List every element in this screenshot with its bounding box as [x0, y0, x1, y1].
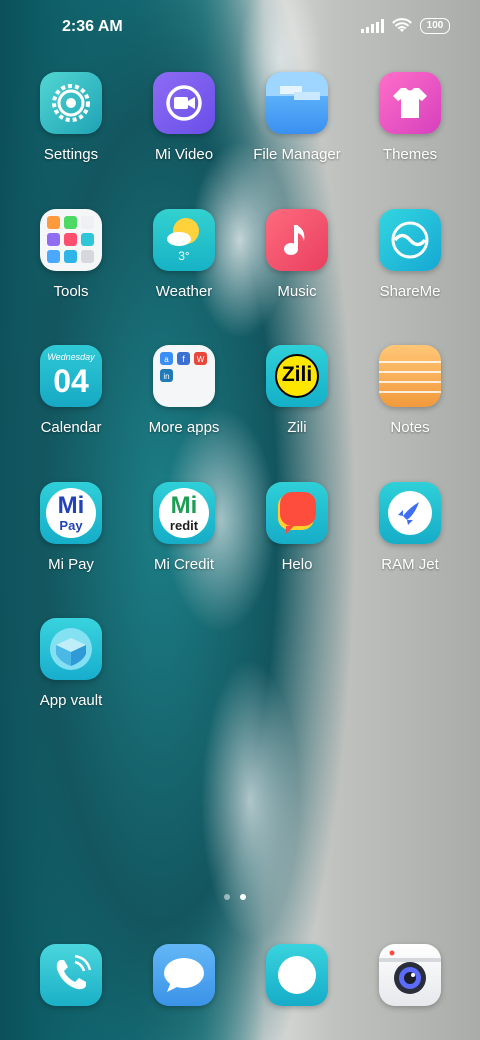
app-app-vault[interactable]: App vault: [16, 618, 126, 709]
browser-icon: [266, 944, 328, 1006]
mi-pay-icon: Mi Pay: [40, 482, 102, 544]
mi-pay-icon-text: Mi: [57, 492, 85, 519]
video-camera-icon: [153, 72, 215, 134]
app-label: Zili: [287, 419, 307, 436]
app-mi-pay[interactable]: Mi Pay Mi Pay: [16, 482, 126, 573]
music-note-icon: [266, 209, 328, 271]
app-label: Tools: [53, 283, 89, 300]
app-mi-credit[interactable]: Mi redit Mi Credit: [129, 482, 239, 573]
camera-icon: [379, 944, 441, 1006]
dock-camera[interactable]: [355, 944, 465, 1006]
app-zili[interactable]: Zili Zili: [242, 345, 352, 436]
helo-icon: [266, 482, 328, 544]
weather-temp: 3°: [178, 249, 190, 263]
notes-icon: [379, 345, 441, 407]
calendar-icon: Wednesday 04: [40, 345, 102, 407]
app-label: Mi Credit: [153, 556, 214, 573]
mi-credit-icon-text: Mi: [170, 492, 198, 519]
app-label: Weather: [155, 283, 213, 300]
app-label: Settings: [43, 146, 99, 163]
page-dot[interactable]: [224, 894, 230, 900]
status-icons: 100: [361, 18, 450, 34]
app-label: Themes: [382, 146, 438, 163]
dock-messaging[interactable]: [129, 944, 239, 1006]
dock-phone[interactable]: [16, 944, 126, 1006]
app-themes[interactable]: Themes: [355, 72, 465, 163]
tshirt-icon: [379, 72, 441, 134]
app-label: Mi Video: [154, 146, 214, 163]
dock: [0, 944, 480, 1006]
app-label: Mi Pay: [48, 556, 94, 573]
zili-icon: Zili: [266, 345, 328, 407]
tools-folder-icon: [40, 209, 102, 271]
battery-icon: 100: [420, 18, 450, 34]
svg-text:in: in: [163, 372, 169, 381]
app-file-manager[interactable]: File Manager: [242, 72, 352, 163]
app-music[interactable]: Music: [242, 209, 352, 300]
dock-browser[interactable]: [242, 944, 352, 1006]
calendar-weekday: Wednesday: [47, 352, 95, 362]
app-label: Calendar: [40, 419, 102, 436]
page-dot-active[interactable]: [240, 894, 246, 900]
app-shareme[interactable]: ShareMe: [355, 209, 465, 300]
app-label: Notes: [390, 419, 430, 436]
app-weather[interactable]: 3° Weather: [129, 209, 239, 300]
mi-credit-icon: Mi redit: [153, 482, 215, 544]
calendar-day: 04: [53, 363, 89, 399]
app-label: ShareMe: [379, 283, 441, 300]
wifi-icon: [392, 18, 412, 32]
app-label: More apps: [148, 419, 220, 436]
app-label: Music: [277, 283, 317, 300]
page-indicator: [224, 894, 246, 900]
svg-text:W: W: [197, 355, 205, 364]
rocket-icon: [379, 482, 441, 544]
app-vault-icon: [40, 618, 102, 680]
app-mi-video[interactable]: Mi Video: [129, 72, 239, 163]
zili-icon-text: Zili: [281, 363, 313, 386]
app-label: File Manager: [253, 146, 341, 163]
app-label: App vault: [39, 692, 103, 709]
more-apps-folder-icon: a f W in: [153, 345, 215, 407]
mi-pay-icon-sub: Pay: [59, 518, 83, 533]
app-label: Helo: [281, 556, 313, 573]
app-calendar[interactable]: Wednesday 04 Calendar: [16, 345, 126, 436]
app-ram-jet[interactable]: RAM Jet: [355, 482, 465, 573]
weather-icon: 3°: [153, 209, 215, 271]
app-settings[interactable]: Settings: [16, 72, 126, 163]
folder-icon: [266, 72, 328, 134]
shareme-icon: [379, 209, 441, 271]
app-label: RAM Jet: [381, 556, 439, 573]
app-more-apps[interactable]: a f W in More apps: [129, 345, 239, 436]
message-bubble-icon: [153, 944, 215, 1006]
status-time: 2:36 AM: [62, 18, 123, 35]
settings-icon: [40, 72, 102, 134]
phone-icon: [40, 944, 102, 1006]
signal-icon: [361, 19, 384, 33]
status-bar: 2:36 AM 100: [0, 0, 480, 56]
app-helo[interactable]: Helo: [242, 482, 352, 573]
app-tools[interactable]: Tools: [16, 209, 126, 300]
app-notes[interactable]: Notes: [355, 345, 465, 436]
svg-text:a: a: [164, 355, 169, 364]
mi-credit-icon-sub: redit: [169, 518, 199, 533]
